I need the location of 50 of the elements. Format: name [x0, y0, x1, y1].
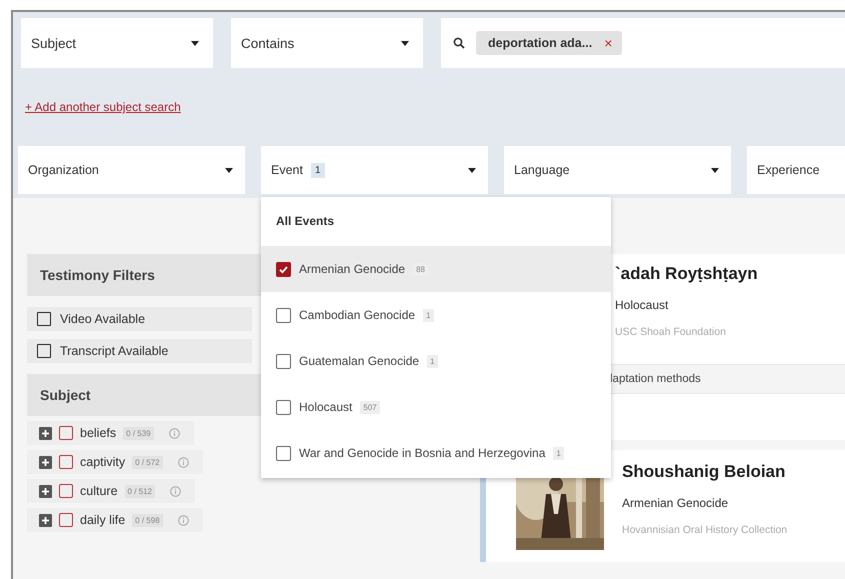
operator-select[interactable]: Contains [231, 18, 423, 68]
subject-field-select[interactable]: Subject [21, 18, 213, 68]
expand-icon[interactable] [39, 514, 52, 526]
testimony-name[interactable]: `adah Royṭshṭayn [615, 264, 845, 284]
expand-icon[interactable] [39, 484, 52, 498]
caret-icon [468, 168, 476, 172]
source-label: Hovannisian Oral History Collection [622, 524, 788, 536]
filter-select[interactable]: Experience [747, 146, 845, 194]
remove-chip-button[interactable]: × [604, 35, 612, 51]
caret-icon [225, 168, 233, 172]
checkbox[interactable] [59, 513, 73, 527]
event-label: Holocaust [615, 298, 670, 312]
checkbox[interactable] [59, 426, 73, 440]
checkbox[interactable] [59, 484, 73, 498]
checkbox[interactable] [37, 312, 51, 326]
menu-header: All Events [275, 213, 336, 230]
event-option[interactable]: War and Genocide in Bosnia and Herzegovina 1 [261, 430, 611, 476]
expand-icon[interactable] [39, 426, 52, 440]
chip-label: deportation ada... [488, 36, 592, 50]
checkbox[interactable] [59, 455, 73, 469]
subject-item[interactable]: beliefs 0 / 539 [27, 421, 194, 445]
caret-icon [401, 40, 409, 46]
filter-select[interactable]: Event 1 [261, 146, 488, 194]
checkbox[interactable] [276, 446, 291, 460]
source-label: USC Shoah Foundation [615, 326, 727, 338]
checkbox[interactable] [276, 262, 291, 276]
filter-select[interactable]: Language [504, 146, 731, 194]
event-option[interactable]: Cambodian Genocide 1 [261, 292, 611, 338]
search-icon [453, 37, 465, 49]
add-subject-search-link[interactable]: + Add another subject search [25, 100, 181, 114]
filter-option[interactable]: Video Available [27, 307, 252, 331]
subject-item[interactable]: daily life 0 / 598 [27, 508, 203, 532]
filter-option[interactable]: Transcript Available [27, 339, 252, 363]
expand-icon[interactable] [39, 456, 52, 468]
caret-icon [711, 168, 719, 172]
testimony-name[interactable]: Shoushanig Beloian [622, 462, 845, 482]
subject-item[interactable]: culture 0 / 512 [27, 479, 195, 503]
subject-item[interactable]: captivity 0 / 572 [27, 450, 203, 474]
filter-select[interactable]: Organization [18, 146, 245, 194]
event-label: Armenian Genocide [622, 496, 730, 510]
checkbox[interactable] [276, 308, 291, 322]
checkbox[interactable] [37, 344, 51, 358]
checkbox[interactable] [276, 400, 291, 414]
section-header: Subject [27, 374, 262, 416]
section-header: Testimony Filters [27, 254, 262, 296]
checkmark-icon [278, 264, 289, 274]
event-option[interactable]: Armenian Genocide 88 [261, 246, 611, 292]
checkbox[interactable] [276, 354, 291, 368]
search-field[interactable]: deportation ada... × [441, 18, 845, 68]
caret-icon [191, 40, 199, 46]
